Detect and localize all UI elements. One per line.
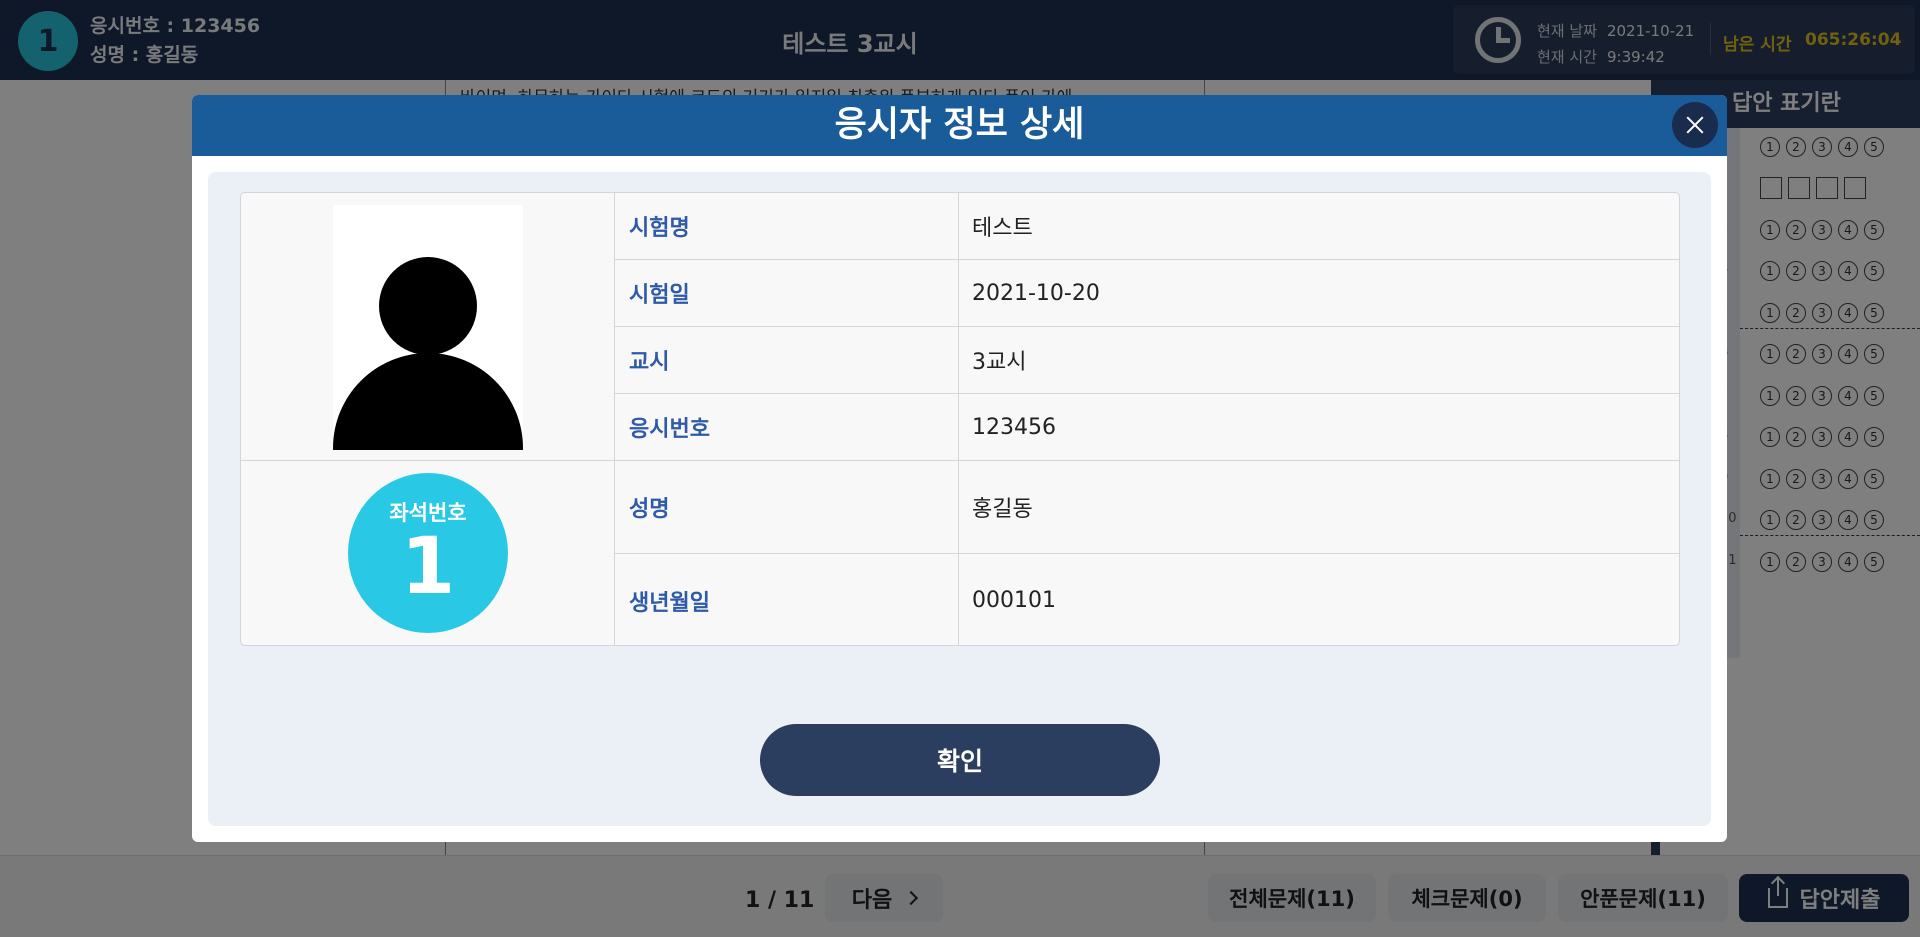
photo-column: 좌석번호 1 xyxy=(241,193,615,645)
info-row-name: 성명 홍길동 xyxy=(615,461,1679,554)
name-value: 홍길동 xyxy=(972,497,1033,522)
seat-cell: 좌석번호 1 xyxy=(241,461,615,645)
exam-date-value: 2021-10-20 xyxy=(972,280,1100,306)
examinee-number-label: 응시번호 xyxy=(615,394,959,460)
info-row-examinee-number: 응시번호 123456 xyxy=(615,394,1679,461)
exam-name-value: 테스트 xyxy=(972,216,1033,241)
examinee-info-table: 좌석번호 1 시험명 테스트 시험일 2021-10-20 교시 3교시 응시번… xyxy=(240,192,1680,646)
info-row-exam-name: 시험명 테스트 xyxy=(615,193,1679,260)
period-value: 3교시 xyxy=(972,350,1027,375)
info-row-birthdate: 생년월일 000101 xyxy=(615,554,1679,645)
avatar-icon xyxy=(333,205,523,450)
close-icon[interactable] xyxy=(1672,102,1718,148)
examinee-number-value: 123456 xyxy=(972,414,1056,440)
info-row-exam-date: 시험일 2021-10-20 xyxy=(615,260,1679,327)
birthdate-value: 000101 xyxy=(972,588,1056,613)
period-label: 교시 xyxy=(615,327,959,393)
modal-title: 응시자 정보 상세 xyxy=(192,95,1727,156)
confirm-button[interactable]: 확인 xyxy=(760,724,1160,796)
modal-body: 좌석번호 1 시험명 테스트 시험일 2021-10-20 교시 3교시 응시번… xyxy=(208,172,1711,826)
seat-number-value: 1 xyxy=(400,522,456,612)
name-label: 성명 xyxy=(615,461,959,553)
avatar-body xyxy=(333,353,523,450)
avatar-head xyxy=(379,257,477,355)
exam-name-label: 시험명 xyxy=(615,193,959,259)
birthdate-label: 생년월일 xyxy=(615,554,959,645)
photo-cell xyxy=(241,193,615,461)
examinee-detail-modal: 응시자 정보 상세 좌석번호 1 시험명 테스트 시험일 2021-10-20 … xyxy=(192,95,1727,842)
exam-date-label: 시험일 xyxy=(615,260,959,326)
info-row-period: 교시 3교시 xyxy=(615,327,1679,394)
seat-number-badge: 좌석번호 1 xyxy=(348,473,508,633)
